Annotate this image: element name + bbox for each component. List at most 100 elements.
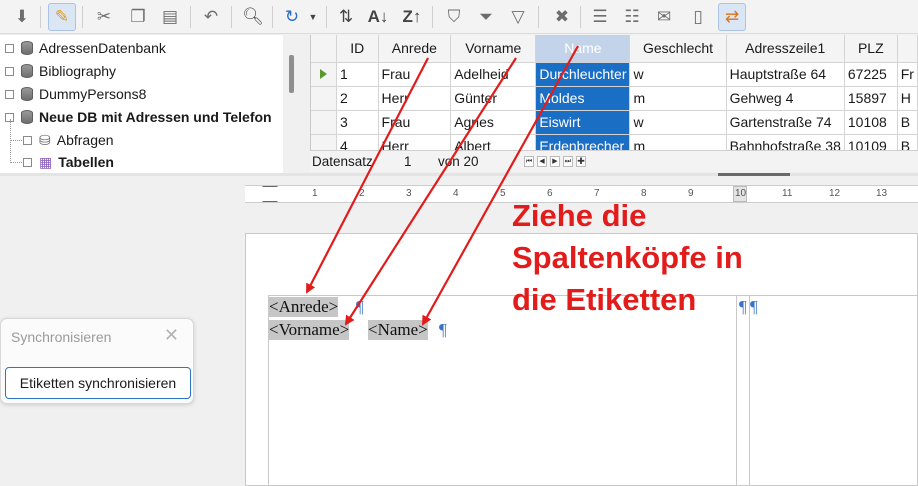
record-number-field[interactable]: 1 <box>404 154 412 169</box>
new-record-icon[interactable]: ✚ <box>576 156 586 167</box>
row-header[interactable] <box>311 86 337 111</box>
cell[interactable]: Erdenbrecher <box>535 134 631 150</box>
last-record-icon[interactable]: ⏭ <box>563 156 573 167</box>
cell[interactable]: 2 <box>336 86 379 111</box>
synchronize-panel: Synchronisieren ✕ Etiketten synchronisie… <box>0 318 194 404</box>
first-record-icon[interactable]: ⏮ <box>524 156 534 167</box>
autofilter-icon[interactable]: ⛉ <box>440 3 468 31</box>
cell[interactable]: B <box>897 110 918 135</box>
cell[interactable]: Moldes <box>535 86 631 111</box>
cell[interactable]: Albert <box>450 134 537 150</box>
cell[interactable]: 10108 <box>844 110 898 135</box>
sort-descending-icon[interactable]: Z↑ <box>398 3 426 31</box>
cell[interactable]: Gehweg 4 <box>726 86 845 111</box>
tree-scrollbar[interactable] <box>289 55 294 93</box>
table-row[interactable]: 2 Herr Günter Moldes m Gehweg 4 15897 H <box>311 86 918 111</box>
table-row[interactable]: 3 Frau Agnes Eiswirt w Gartenstraße 74 1… <box>311 110 918 135</box>
close-icon[interactable]: ✕ <box>164 325 179 346</box>
edit-icon[interactable]: ✎ <box>48 3 76 31</box>
cell[interactable]: 10109 <box>844 134 898 150</box>
column-header-id[interactable]: ID <box>336 35 379 63</box>
data-to-text-icon[interactable]: ☰ <box>586 3 614 31</box>
cell[interactable]: Bahnhofstraße 38 <box>726 134 845 150</box>
refresh-icon[interactable]: ↻ <box>278 3 306 31</box>
cell[interactable]: Fr <box>897 62 918 87</box>
tree-item-abfragen[interactable]: ⛁ Abfragen <box>23 129 114 151</box>
tree-item-dummypersons8[interactable]: DummyPersons8 <box>5 83 146 105</box>
cell[interactable]: 1 <box>336 62 379 87</box>
copy-icon[interactable]: ❐ <box>124 3 152 31</box>
splitter[interactable] <box>0 173 918 176</box>
sort-icon[interactable]: ⇅ <box>332 3 360 31</box>
remove-filter-icon[interactable]: ✖ <box>548 3 576 31</box>
expand-icon[interactable] <box>5 89 14 99</box>
cell[interactable]: w <box>629 110 727 135</box>
row-header[interactable] <box>311 134 337 150</box>
cell[interactable]: Eiswirt <box>535 110 631 135</box>
field-name[interactable]: <Name> <box>368 320 428 340</box>
paste-icon[interactable]: ▤ <box>156 3 184 31</box>
cell[interactable]: w <box>629 62 727 87</box>
row-header-corner[interactable] <box>311 35 337 63</box>
cell[interactable]: B <box>897 134 918 150</box>
cell[interactable]: Durchleuchter <box>535 62 631 87</box>
data-grid[interactable]: ID Anrede Vorname Name Geschlecht Adress… <box>310 35 918 150</box>
collapse-icon[interactable] <box>23 157 32 167</box>
column-header-plz[interactable]: PLZ <box>844 35 898 63</box>
data-source-icon[interactable]: ▯ <box>684 3 712 31</box>
field-vorname[interactable]: <Vorname> <box>269 320 350 340</box>
tree-item-neue-db[interactable]: Neue DB mit Adressen und Telefon <box>5 106 272 128</box>
cell[interactable]: 4 <box>336 134 379 150</box>
cell[interactable]: m <box>629 134 727 150</box>
column-header-geschlecht[interactable]: Geschlecht <box>629 35 727 63</box>
indent-marker-icon[interactable] <box>262 186 278 202</box>
save-icon[interactable]: ⬇ <box>8 3 36 31</box>
tree-item-label: Tabellen <box>58 154 114 170</box>
cell[interactable]: Hauptstraße 64 <box>726 62 845 87</box>
cell[interactable]: 15897 <box>844 86 898 111</box>
paragraph-mark: ¶ <box>356 297 364 316</box>
mail-merge-icon[interactable]: ✉ <box>650 3 678 31</box>
cell[interactable]: Gartenstraße 74 <box>726 110 845 135</box>
cell[interactable]: Herr <box>378 86 452 111</box>
column-header-anrede[interactable]: Anrede <box>378 35 452 63</box>
row-header[interactable] <box>311 110 337 135</box>
cell[interactable]: Frau <box>378 110 452 135</box>
column-header-name[interactable]: Name <box>535 35 631 63</box>
previous-record-icon[interactable]: ◀ <box>537 156 547 167</box>
find-icon[interactable]: 🔍︎ <box>239 3 267 31</box>
column-header-adresszeile1[interactable]: Adresszeile1 <box>726 35 845 63</box>
cell[interactable]: Günter <box>450 86 537 111</box>
next-record-icon[interactable]: ▶ <box>550 156 560 167</box>
current-row-icon[interactable] <box>311 62 337 87</box>
column-header-vorname[interactable]: Vorname <box>450 35 537 63</box>
cell[interactable]: Frau <box>378 62 452 87</box>
cell[interactable]: Herr <box>378 134 452 150</box>
expand-icon[interactable] <box>23 135 32 145</box>
label-cell-2[interactable] <box>749 295 918 486</box>
data-to-fields-icon[interactable]: ☷ <box>618 3 646 31</box>
table-row[interactable]: 1 Frau Adelheid Durchleuchter w Hauptstr… <box>311 62 918 87</box>
cell[interactable]: Agnes <box>450 110 537 135</box>
cell[interactable]: 3 <box>336 110 379 135</box>
standard-filter-icon[interactable]: ▽ <box>504 3 532 31</box>
refresh-dropdown-icon[interactable]: ▼ <box>305 3 321 31</box>
synchronize-labels-button[interactable]: Etiketten synchronisieren <box>5 367 191 399</box>
tree-item-tabellen[interactable]: ▦ Tabellen <box>23 151 114 173</box>
sort-ascending-icon[interactable]: A↓ <box>364 3 392 31</box>
cell[interactable]: H <box>897 86 918 111</box>
apply-filter-icon[interactable]: ⏷ <box>472 3 500 31</box>
expand-icon[interactable] <box>5 66 14 76</box>
cell[interactable]: Adelheid <box>450 62 537 87</box>
tree-item-bibliography[interactable]: Bibliography <box>5 60 116 82</box>
field-anrede[interactable]: <Anrede> <box>269 297 339 317</box>
column-header-next[interactable] <box>897 35 918 63</box>
cell[interactable]: 67225 <box>844 62 898 87</box>
undo-icon[interactable]: ↶ <box>197 3 225 31</box>
cell[interactable]: m <box>629 86 727 111</box>
table-row[interactable]: 4 Herr Albert Erdenbrecher m Bahnhofstra… <box>311 134 918 150</box>
explorer-icon[interactable]: ⇄ <box>718 3 746 31</box>
expand-icon[interactable] <box>5 43 14 53</box>
tree-item-adressendatenbank[interactable]: AdressenDatenbank <box>5 37 166 59</box>
cut-icon[interactable]: ✂ <box>90 3 118 31</box>
